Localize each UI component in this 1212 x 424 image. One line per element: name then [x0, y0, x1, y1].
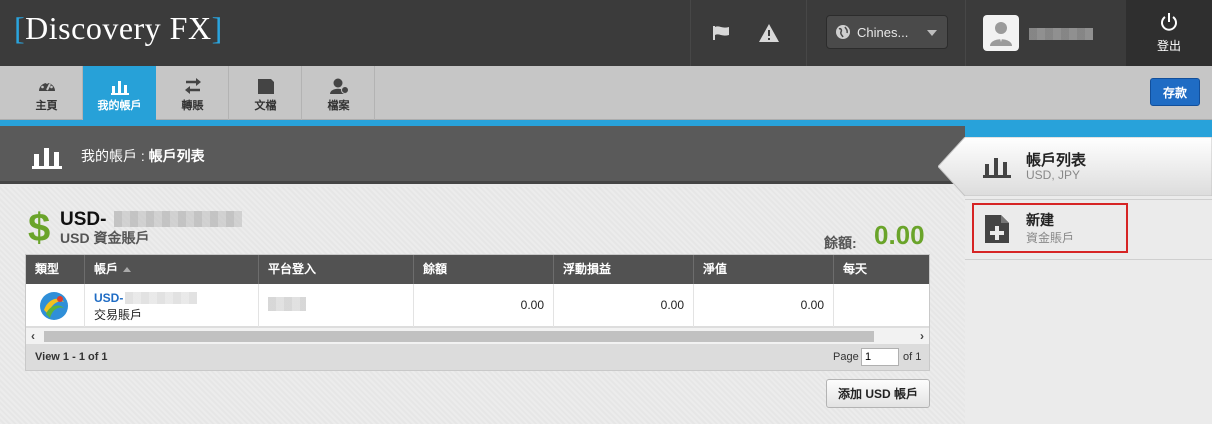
header-divider	[690, 0, 691, 66]
nav-item-label: 文檔	[254, 100, 277, 112]
nav-item-transfer[interactable]: 轉賬	[156, 66, 229, 120]
column-header-type[interactable]: 類型	[26, 255, 85, 284]
account-number-redacted[interactable]	[125, 292, 197, 304]
column-header-label: 帳戶	[94, 262, 119, 276]
scrollbar-thumb[interactable]	[44, 331, 874, 342]
account-number-redacted	[114, 211, 242, 227]
logo-bracket-left: [	[14, 10, 26, 46]
logo-text: Discovery FX	[25, 10, 212, 46]
sidebar-accent-bar	[965, 120, 1212, 137]
divider	[965, 199, 1212, 200]
nav-item-label: 主頁	[35, 100, 58, 112]
column-header-platform-login[interactable]: 平台登入	[259, 255, 414, 284]
account-type: 交易賬戶	[94, 308, 143, 322]
column-header-floating-pl[interactable]: 浮動損益	[554, 255, 694, 284]
cell-account: USD- 交易賬戶	[85, 284, 259, 327]
sidebar-item-subtitle: USD, JPY	[1026, 168, 1081, 182]
nav-item-label: 檔案	[327, 100, 350, 112]
deposit-button[interactable]: 存款	[1150, 78, 1200, 106]
logo[interactable]: [Discovery FX]	[14, 10, 223, 47]
cell-equity: 0.00	[694, 284, 834, 327]
column-header-balance[interactable]: 餘額	[414, 255, 554, 284]
language-value: Chines...	[857, 24, 909, 40]
nav-item-label: 轉賬	[181, 100, 204, 112]
column-header-label: 類型	[35, 262, 60, 276]
language-select[interactable]: Chines...	[826, 15, 948, 49]
username-redacted[interactable]	[1029, 28, 1093, 40]
add-usd-account-button[interactable]: 添加 USD 帳戶	[826, 379, 930, 408]
account-subtitle: USD 資金賬戶	[60, 230, 150, 246]
sidebar-item-title: 帳戶列表	[1026, 152, 1087, 169]
column-header-label: 浮動損益	[563, 262, 612, 276]
column-header-label: 每天	[843, 262, 868, 276]
account-link[interactable]: USD-	[94, 291, 123, 305]
cell-balance: 0.00	[414, 284, 554, 327]
user-icon	[990, 22, 1012, 46]
balance-label: 餘額:	[824, 235, 857, 251]
divider	[965, 259, 1212, 260]
accounts-table: 類型 帳戶 平台登入 餘額 浮動損益 淨值 每天 USD- 交易賬戶 0.00 …	[25, 254, 930, 371]
column-header-daily[interactable]: 每天	[834, 255, 929, 284]
balance-value: 0.00	[874, 220, 925, 250]
nav-item-documents[interactable]: 文檔	[229, 66, 302, 120]
profile-icon	[330, 78, 349, 94]
column-header-label: 淨值	[703, 262, 728, 276]
bar-chart-icon	[111, 81, 129, 95]
warning-icon[interactable]	[758, 22, 780, 44]
power-icon	[1161, 13, 1177, 31]
logout-button[interactable]: 登出	[1126, 0, 1212, 66]
sort-ascending-icon	[123, 267, 132, 273]
breadcrumb: 我的帳戶 : 帳戶列表	[81, 146, 205, 166]
breadcrumb-current: 帳戶列表	[148, 148, 205, 164]
table-header: 類型 帳戶 平台登入 餘額 浮動損益 淨值 每天	[26, 255, 929, 284]
sidebar-item-title: 新建	[1026, 212, 1054, 228]
folder-icon	[258, 79, 274, 94]
bar-chart-icon	[983, 158, 1011, 178]
cell-daily	[834, 284, 929, 327]
login-redacted	[268, 297, 306, 311]
sidebar-item-account-list[interactable]: 帳戶列表 USD, JPY	[938, 137, 1212, 196]
table-row[interactable]: USD- 交易賬戶 0.00 0.00 0.00	[26, 284, 929, 327]
nav-item-label: 我的帳戶	[97, 100, 142, 112]
scroll-right-icon[interactable]: ›	[915, 328, 929, 345]
logo-bracket-right: ]	[211, 10, 223, 46]
cell-floating-pl: 0.00	[554, 284, 694, 327]
horizontal-scrollbar[interactable]: ‹ ›	[26, 327, 929, 344]
cell-platform-login	[259, 284, 414, 327]
table-footer: View 1 - 1 of 1 Page of 1	[26, 344, 929, 370]
column-header-equity[interactable]: 淨值	[694, 255, 834, 284]
sidebar-item-new-account[interactable]: 新建 資金賬戶	[972, 203, 1128, 253]
globe-icon	[836, 25, 850, 39]
header-divider	[806, 0, 807, 66]
page-label: Page	[833, 351, 859, 363]
column-header-account[interactable]: 帳戶	[85, 255, 259, 284]
bar-chart-icon	[32, 148, 62, 169]
nav-item-my-accounts[interactable]: 我的帳戶	[83, 66, 156, 126]
sidebar-item-subtitle: 資金賬戶	[1026, 231, 1075, 245]
transfer-arrows-icon	[185, 78, 201, 94]
avatar[interactable]	[983, 15, 1019, 51]
column-header-label: 平台登入	[268, 262, 317, 276]
page-title-bar: 我的帳戶 : 帳戶列表	[0, 126, 965, 184]
cell-type	[26, 284, 85, 327]
flag-icon[interactable]	[711, 22, 733, 44]
logout-label: 登出	[1156, 39, 1181, 53]
page-input[interactable]	[861, 348, 899, 366]
breadcrumb-parent[interactable]: 我的帳戶 :	[81, 148, 149, 164]
main-nav: 主頁 我的帳戶 轉賬 文檔 檔案 存款	[0, 66, 1212, 126]
nav-item-profile[interactable]: 檔案	[302, 66, 375, 120]
column-header-label: 餘額	[423, 262, 448, 276]
header-divider	[965, 0, 966, 66]
page-total: of 1	[903, 351, 922, 363]
new-document-icon	[985, 215, 1009, 243]
dollar-icon: $	[28, 206, 51, 250]
metatrader-icon	[40, 292, 68, 320]
dashboard-icon	[39, 81, 55, 91]
chevron-down-icon	[927, 30, 937, 36]
top-header: [Discovery FX] Chines... 登出	[0, 0, 1212, 66]
view-count: View 1 - 1 of 1	[35, 351, 108, 363]
nav-item-home[interactable]: 主頁	[10, 66, 83, 120]
scroll-left-icon[interactable]: ‹	[26, 328, 40, 345]
